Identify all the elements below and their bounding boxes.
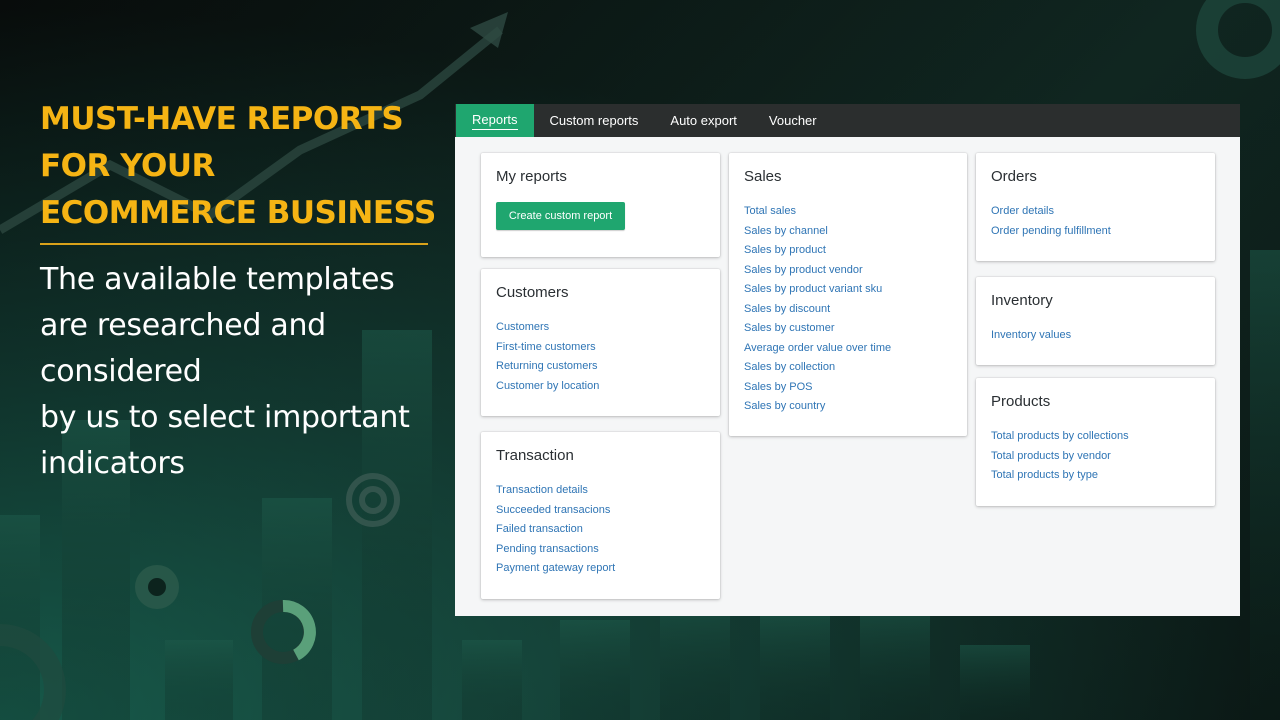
products-report-list: Total products by collections Total prod…	[991, 427, 1129, 486]
sales-report-list: Total sales Sales by channel Sales by pr…	[744, 202, 891, 417]
tab-label: Reports	[472, 112, 518, 130]
card-title: Orders	[991, 168, 1037, 185]
card-title: Products	[991, 393, 1051, 410]
promo-divider	[40, 243, 428, 245]
promo-body-line: indicators	[40, 446, 185, 481]
report-link[interactable]: Sales by discount	[744, 300, 891, 320]
report-link[interactable]: Sales by customer	[744, 319, 891, 339]
reports-app-window: Reports Custom reports Auto export Vouch…	[455, 104, 1240, 616]
sales-card: Sales Total sales Sales by channel Sales…	[729, 153, 967, 436]
promo-description: The available templates are researched a…	[40, 257, 435, 487]
card-title: Transaction	[496, 447, 574, 464]
report-link[interactable]: Sales by POS	[744, 378, 891, 398]
promo-title-line: ECOMMERCE BUSINESS	[40, 195, 436, 231]
customers-report-list: Customers First-time customers Returning…	[496, 318, 599, 396]
report-link[interactable]: Total products by vendor	[991, 447, 1129, 467]
inventory-card: Inventory Inventory values	[976, 277, 1215, 365]
customers-card: Customers Customers First-time customers…	[481, 269, 720, 416]
promo-title-line: FOR YOUR	[40, 148, 215, 184]
my-reports-card: My reports Create custom report	[481, 153, 720, 257]
inventory-report-list: Inventory values	[991, 326, 1071, 346]
card-title: My reports	[496, 168, 567, 185]
products-card: Products Total products by collections T…	[976, 378, 1215, 506]
report-link[interactable]: Transaction details	[496, 481, 615, 501]
report-link[interactable]: Sales by channel	[744, 222, 891, 242]
report-link[interactable]: Customer by location	[496, 377, 599, 397]
report-link[interactable]: First-time customers	[496, 338, 599, 358]
promo-body-line: are researched and	[40, 308, 326, 343]
card-title: Inventory	[991, 292, 1053, 309]
transaction-report-list: Transaction details Succeeded transacion…	[496, 481, 615, 579]
report-link[interactable]: Payment gateway report	[496, 559, 615, 579]
report-link[interactable]: Total products by type	[991, 466, 1129, 486]
report-link[interactable]: Returning customers	[496, 357, 599, 377]
tab-bar: Reports Custom reports Auto export Vouch…	[455, 104, 1240, 137]
promo-body-line: by us to select important	[40, 400, 410, 435]
tab-label: Custom reports	[549, 113, 639, 128]
tab-custom-reports[interactable]: Custom reports	[534, 104, 655, 137]
tab-label: Auto export	[670, 113, 737, 128]
orders-card: Orders Order details Order pending fulfi…	[976, 153, 1215, 261]
report-link[interactable]: Succeeded transacions	[496, 501, 615, 521]
report-link[interactable]: Sales by product	[744, 241, 891, 261]
report-link[interactable]: Order pending fulfillment	[991, 222, 1111, 242]
report-link[interactable]: Customers	[496, 318, 599, 338]
create-custom-report-button[interactable]: Create custom report	[496, 202, 625, 230]
gear-icon-small	[135, 565, 179, 609]
tab-auto-export[interactable]: Auto export	[654, 104, 753, 137]
tab-voucher[interactable]: Voucher	[753, 104, 833, 137]
report-link[interactable]: Total sales	[744, 202, 891, 222]
report-link[interactable]: Sales by product vendor	[744, 261, 891, 281]
orders-report-list: Order details Order pending fulfillment	[991, 202, 1111, 241]
report-link[interactable]: Pending transactions	[496, 540, 615, 560]
report-link[interactable]: Average order value over time	[744, 339, 891, 359]
report-link[interactable]: Failed transaction	[496, 520, 615, 540]
transaction-card: Transaction Transaction details Succeede…	[481, 432, 720, 599]
report-link[interactable]: Sales by product variant sku	[744, 280, 891, 300]
tab-reports[interactable]: Reports	[456, 104, 534, 137]
report-link[interactable]: Sales by country	[744, 397, 891, 417]
promo-panel: MUST-HAVE REPORTS FOR YOUR ECOMMERCE BUS…	[40, 96, 436, 487]
tab-label: Voucher	[768, 113, 817, 128]
report-link[interactable]: Order details	[991, 202, 1111, 222]
promo-title-line: MUST-HAVE REPORTS	[40, 101, 404, 137]
report-link[interactable]: Inventory values	[991, 326, 1071, 346]
promo-body-line: The available templates	[40, 262, 395, 297]
report-link[interactable]: Total products by collections	[991, 427, 1129, 447]
promo-title: MUST-HAVE REPORTS FOR YOUR ECOMMERCE BUS…	[40, 96, 436, 237]
card-title: Sales	[744, 168, 782, 185]
report-link[interactable]: Sales by collection	[744, 358, 891, 378]
promo-body-line: considered	[40, 354, 202, 389]
card-title: Customers	[496, 284, 569, 301]
